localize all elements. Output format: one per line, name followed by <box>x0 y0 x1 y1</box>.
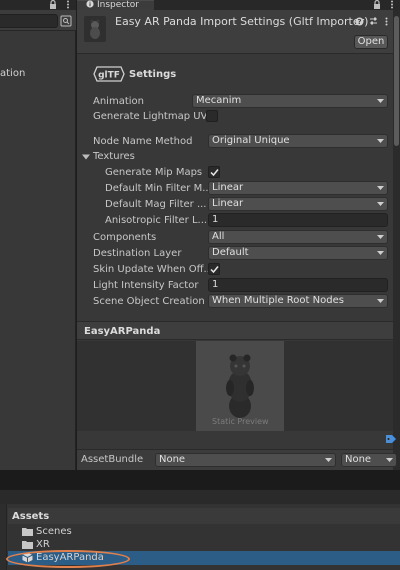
generate-lightmap-uvs-checkbox[interactable] <box>206 110 218 122</box>
panel-gap <box>0 470 400 490</box>
header-kebab-menu-icon[interactable] <box>382 17 391 26</box>
animation-value: Mecanim <box>196 95 242 106</box>
svg-text:?: ? <box>357 18 361 26</box>
inspector-lock-icon[interactable] <box>372 0 382 9</box>
default-min-filter-dropdown[interactable]: Linear <box>208 181 388 195</box>
node-name-method-value: Original Unique <box>212 135 290 146</box>
kebab-menu-icon[interactable] <box>63 0 73 9</box>
hierarchy-row-label[interactable]: ation <box>0 66 76 82</box>
node-name-method-label: Node Name Method <box>93 136 193 147</box>
settings-title: Settings <box>129 69 177 80</box>
checkmark-icon <box>210 266 219 274</box>
section-divider <box>77 310 393 322</box>
chevron-down-icon <box>377 251 384 255</box>
chevron-down-icon <box>377 139 384 143</box>
project-item-label: Scenes <box>36 526 72 537</box>
light-intensity-label: Light Intensity Factor <box>93 280 199 291</box>
svg-text:glTF: glTF <box>98 71 120 81</box>
chevron-down-icon <box>377 99 384 103</box>
info-icon <box>86 0 94 8</box>
components-dropdown[interactable]: All <box>208 230 388 244</box>
project-item-scenes[interactable]: Scenes <box>8 526 400 538</box>
inspector-tab-label: Inspector <box>97 0 139 10</box>
assetbundle-variant-value: None <box>345 454 372 465</box>
assets-title: Assets <box>12 511 50 522</box>
node-name-method-dropdown[interactable]: Original Unique <box>208 134 388 148</box>
folder-icon <box>22 528 33 536</box>
animation-dropdown[interactable]: Mecanim <box>192 94 388 108</box>
lock-icon[interactable] <box>48 0 58 9</box>
animation-label: Animation <box>93 96 144 107</box>
generate-mip-maps-label: Generate Mip Maps <box>105 167 203 178</box>
generate-lightmap-uvs-label: Generate Lightmap UVs <box>93 111 213 122</box>
assets-header[interactable] <box>8 508 400 524</box>
anisotropic-filter-input[interactable]: 1 <box>208 213 388 227</box>
chevron-down-icon <box>377 299 384 303</box>
scene-object-creation-value: When Multiple Root Nodes <box>212 295 344 306</box>
default-mag-filter-value: Linear <box>212 198 244 209</box>
foldout-arrow-icon[interactable] <box>82 153 90 161</box>
preview-title: EasyARPanda <box>84 326 161 337</box>
chevron-down-icon <box>377 235 384 239</box>
inspector-title: Easy AR Panda Import Settings (Gltf Impo… <box>115 15 369 28</box>
inspector-kebab-menu-icon[interactable] <box>387 0 397 9</box>
chevron-down-icon <box>377 186 384 190</box>
chevron-down-icon <box>325 458 332 462</box>
light-intensity-input[interactable]: 1 <box>208 278 388 292</box>
chevron-down-icon <box>386 458 393 462</box>
scene-object-creation-label: Scene Object Creation <box>93 296 205 307</box>
project-item-label: XR <box>36 539 50 550</box>
chevron-down-icon <box>377 202 384 206</box>
textures-foldout-label[interactable]: Textures <box>93 151 135 162</box>
checkmark-icon <box>210 169 219 177</box>
help-icon[interactable]: ? <box>355 17 364 26</box>
components-label: Components <box>93 232 157 243</box>
assetbundle-variant-dropdown[interactable]: None <box>341 453 397 467</box>
scene-object-creation-dropdown[interactable]: When Multiple Root Nodes <box>208 294 388 308</box>
gltf-logo-icon: glTF <box>93 66 125 82</box>
components-value: All <box>212 231 225 242</box>
highlight-ring-annotation <box>6 550 130 568</box>
default-min-filter-value: Linear <box>212 182 244 193</box>
destination-layer-label: Destination Layer <box>93 248 182 259</box>
hierarchy-search-input[interactable] <box>0 14 58 28</box>
panda-model-icon <box>84 16 106 42</box>
open-button[interactable]: Open <box>354 35 388 49</box>
generate-mip-maps-checkbox[interactable] <box>208 166 220 178</box>
default-mag-filter-dropdown[interactable]: Linear <box>208 197 388 211</box>
skin-update-checkbox[interactable] <box>208 263 220 275</box>
skin-update-label: Skin Update When Off... <box>93 264 214 275</box>
label-tag-icon[interactable] <box>385 434 397 444</box>
assetbundle-label: AssetBundle <box>81 454 144 465</box>
default-min-filter-label: Default Min Filter M... <box>105 183 212 194</box>
static-preview-label: Static Preview <box>212 417 269 426</box>
destination-layer-value: Default <box>212 247 249 258</box>
search-filter-icon[interactable] <box>60 14 72 28</box>
destination-layer-dropdown[interactable]: Default <box>208 246 388 260</box>
folder-icon <box>22 541 33 549</box>
scrollbar-thumb[interactable] <box>394 16 399 146</box>
panda-preview-image <box>218 350 262 420</box>
preset-sliders-icon[interactable] <box>369 17 378 26</box>
assetbundle-name-value: None <box>159 454 186 465</box>
default-mag-filter-label: Default Mag Filter ... <box>105 199 207 210</box>
assetbundle-name-dropdown[interactable]: None <box>155 453 336 467</box>
project-tabbar <box>0 490 400 504</box>
anisotropic-filter-label: Anisotropic Filter L... <box>105 215 208 226</box>
